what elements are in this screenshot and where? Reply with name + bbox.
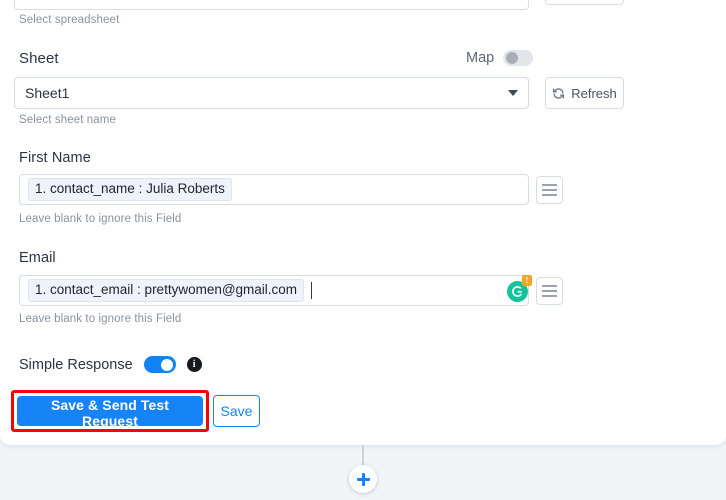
save-button[interactable]: Save [213, 395, 260, 427]
first-name-input[interactable]: 1. contact_name : Julia Roberts [19, 174, 529, 205]
save-and-send-test-request-button[interactable]: Save & Send Test Request [17, 396, 203, 429]
simple-response-label: Simple Response [19, 356, 133, 373]
grammarly-g-glyph [512, 286, 523, 297]
sheet-select[interactable]: Sheet1 [14, 77, 529, 109]
first-name-menu-button[interactable] [536, 176, 563, 204]
first-name-label: First Name [19, 150, 91, 166]
email-menu-button[interactable] [536, 277, 563, 305]
map-toggle-group[interactable]: Map [466, 50, 534, 66]
plus-icon-horizontal [356, 477, 370, 481]
spreadsheet-refresh-button[interactable] [545, 0, 624, 5]
hamburger-icon-bar [542, 295, 557, 297]
map-label: Map [466, 50, 495, 66]
hamburger-icon-bar [542, 184, 557, 186]
map-toggle-knob [505, 52, 518, 64]
sheet-refresh-button[interactable]: Refresh [545, 77, 624, 109]
email-input[interactable]: 1. contact_email : prettywomen@gmail.com [19, 275, 529, 306]
add-step-button[interactable] [349, 465, 377, 493]
email-helper-text: Leave blank to ignore this Field [19, 313, 182, 325]
hamburger-icon-bar [542, 285, 557, 287]
hamburger-icon-bar [542, 194, 557, 196]
info-icon[interactable]: i [186, 357, 202, 372]
first-name-helper-text: Leave blank to ignore this Field [19, 213, 182, 225]
sheet-select-value: Sheet1 [25, 85, 70, 101]
refresh-icon [553, 87, 565, 99]
sheet-helper-text: Select sheet name [19, 114, 116, 126]
simple-response-toggle[interactable] [143, 356, 176, 373]
simple-response-toggle-knob [161, 358, 174, 371]
first-name-token-chip[interactable]: 1. contact_name : Julia Roberts [28, 178, 232, 201]
grammarly-alert-badge: ! [522, 275, 532, 286]
action-configuration-card: Select spreadsheet Sheet Map Sheet1 Refr… [0, 0, 726, 445]
sheet-label: Sheet [19, 50, 59, 67]
spreadsheet-input[interactable] [14, 0, 529, 10]
screen: Select spreadsheet Sheet Map Sheet1 Refr… [0, 0, 726, 500]
map-toggle[interactable] [503, 50, 534, 66]
text-cursor [311, 282, 313, 299]
email-token-chip[interactable]: 1. contact_email : prettywomen@gmail.com [28, 279, 305, 302]
grammarly-icon[interactable]: ! [507, 275, 532, 302]
chevron-down-icon [508, 90, 518, 96]
sheet-refresh-label: Refresh [571, 85, 617, 101]
hamburger-icon-bar [542, 189, 557, 191]
spreadsheet-helper-text: Select spreadsheet [19, 14, 120, 26]
simple-response-group[interactable]: Simple Response i [19, 356, 202, 373]
hamburger-icon-bar [542, 290, 557, 292]
email-label: Email [19, 250, 56, 266]
